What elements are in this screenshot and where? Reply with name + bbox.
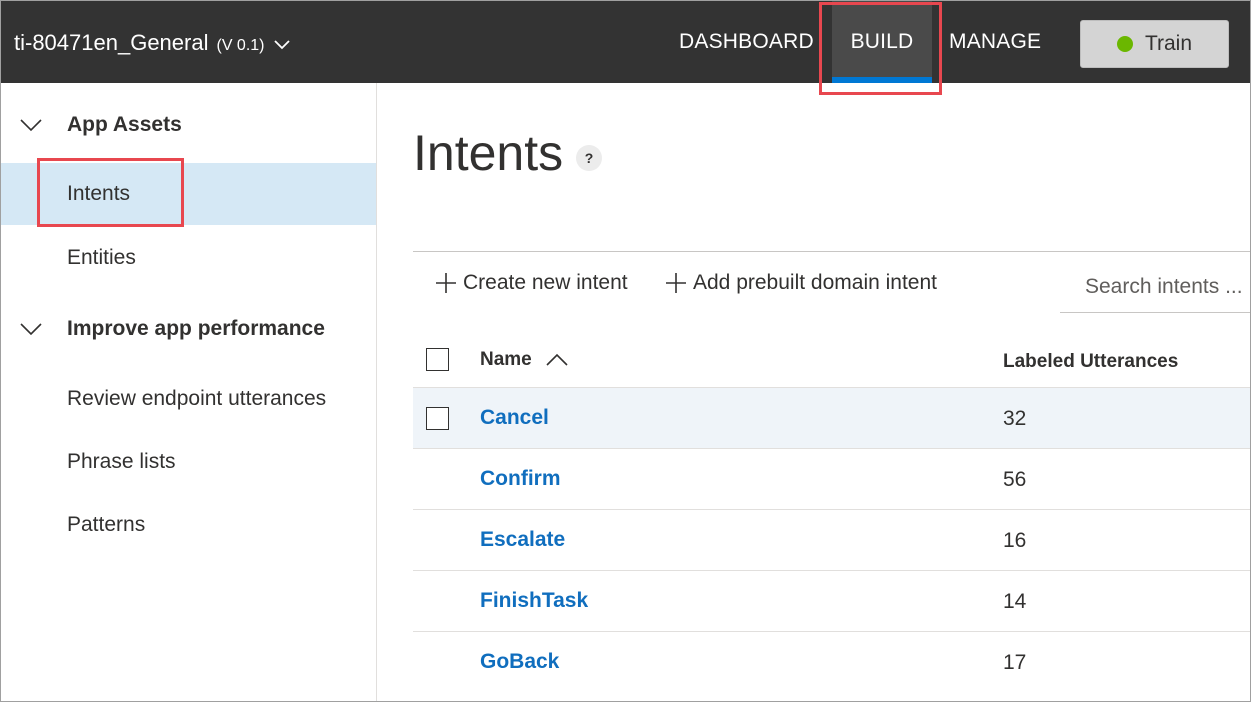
- plus-icon: [436, 273, 456, 293]
- active-tab-indicator: [832, 77, 932, 83]
- sidebar: App Assets Intents Entities Improve app …: [0, 83, 377, 702]
- sidebar-item-label: Intents: [67, 182, 131, 205]
- column-header-labeled-utterances[interactable]: Labeled Utterances: [1003, 351, 1178, 373]
- sidebar-item-label: Phrase lists: [67, 450, 176, 473]
- intents-toolbar: Create new intent Add prebuilt domain in…: [413, 251, 1251, 313]
- plus-icon: [666, 273, 686, 293]
- sidebar-section-improve[interactable]: Improve app performance: [0, 304, 376, 354]
- sidebar-item-entities[interactable]: Entities: [0, 227, 376, 289]
- sidebar-item-intents[interactable]: Intents: [0, 163, 376, 225]
- intent-link[interactable]: Confirm: [480, 467, 561, 491]
- select-all-checkbox[interactable]: [426, 348, 449, 371]
- help-button[interactable]: ?: [576, 145, 602, 171]
- sidebar-section-label: App Assets: [67, 113, 182, 136]
- sidebar-item-patterns[interactable]: Patterns: [0, 494, 376, 556]
- intent-link[interactable]: GoBack: [480, 650, 559, 674]
- labeled-utterances-count: 14: [1003, 590, 1027, 613]
- labeled-utterances-count: 17: [1003, 651, 1027, 674]
- add-prebuilt-domain-intent-label: Add prebuilt domain intent: [693, 271, 937, 294]
- table-row[interactable]: Cancel 32: [413, 387, 1251, 448]
- intent-link[interactable]: FinishTask: [480, 589, 588, 613]
- train-label: Train: [1144, 32, 1193, 55]
- top-bar: ti-80471en_General (V 0.1) DASHBOARD BUI…: [0, 0, 1251, 83]
- labeled-utterances-count: 32: [1003, 407, 1027, 430]
- train-button[interactable]: Train: [1080, 20, 1229, 68]
- intent-link[interactable]: Cancel: [480, 406, 549, 430]
- nav-manage[interactable]: MANAGE: [949, 0, 1041, 83]
- column-header-name-label: Name: [480, 349, 532, 370]
- sidebar-item-label: Entities: [67, 246, 136, 269]
- add-prebuilt-domain-intent-button[interactable]: Add prebuilt domain intent: [665, 268, 937, 298]
- sidebar-item-label: Patterns: [67, 513, 146, 536]
- table-header: Name Labeled Utterances: [413, 333, 1251, 387]
- create-new-intent-label: Create new intent: [463, 271, 628, 294]
- labeled-utterances-count: 56: [1003, 468, 1027, 491]
- sidebar-item-label: Review endpoint utterances: [67, 387, 327, 410]
- chevron-down-icon: [20, 119, 42, 132]
- nav-build[interactable]: BUILD: [832, 0, 932, 83]
- app-version: (V 0.1): [216, 37, 265, 54]
- app-selector[interactable]: ti-80471en_General (V 0.1): [14, 30, 291, 60]
- labeled-utterances-count: 16: [1003, 529, 1027, 552]
- app-name: ti-80471en_General: [14, 30, 209, 55]
- chevron-down-icon: [273, 40, 290, 50]
- sidebar-section-label: Improve app performance: [67, 317, 325, 340]
- table-row[interactable]: Confirm 56: [413, 448, 1251, 509]
- column-header-name[interactable]: Name: [480, 349, 568, 371]
- chevron-down-icon: [20, 323, 42, 336]
- table-row[interactable]: Escalate 16: [413, 509, 1251, 570]
- search-input[interactable]: [1060, 274, 1251, 299]
- sidebar-item-review-endpoint-utterances[interactable]: Review endpoint utterances: [0, 368, 376, 430]
- sort-ascending-icon: [546, 353, 568, 366]
- page-title: Intents: [413, 125, 564, 181]
- row-checkbox[interactable]: [426, 407, 449, 430]
- sidebar-section-app-assets[interactable]: App Assets: [0, 100, 376, 150]
- nav-build-label: BUILD: [850, 29, 914, 53]
- table-row[interactable]: FinishTask 14: [413, 570, 1251, 631]
- table-row[interactable]: GoBack 17: [413, 631, 1251, 693]
- nav-dashboard[interactable]: DASHBOARD: [679, 0, 814, 83]
- create-new-intent-button[interactable]: Create new intent: [435, 268, 628, 298]
- search-box: [1060, 261, 1251, 313]
- status-dot-icon: [1116, 36, 1133, 52]
- intent-link[interactable]: Escalate: [480, 528, 565, 552]
- sidebar-item-phrase-lists[interactable]: Phrase lists: [0, 431, 376, 493]
